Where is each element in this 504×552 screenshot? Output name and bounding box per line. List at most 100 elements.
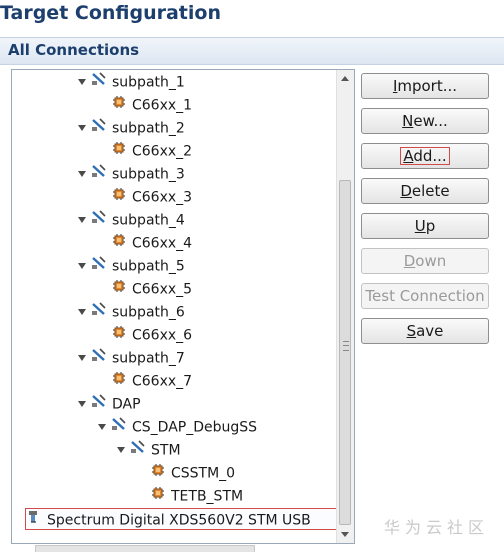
tree-node[interactable]: subpath_3	[78, 163, 185, 185]
tree-leaf[interactable]: C66xx_5	[98, 278, 192, 300]
up-mnemonic: U	[414, 217, 426, 235]
new-label: ew...	[413, 112, 448, 130]
tree-node[interactable]: subpath_6	[78, 301, 185, 323]
expand-toggle-icon[interactable]	[78, 216, 86, 223]
subpath-connector-icon	[130, 439, 146, 462]
section-header: All Connections	[0, 37, 504, 65]
tree-leaf[interactable]: C66xx_6	[98, 324, 192, 346]
tree-node-label: C66xx_4	[132, 235, 193, 252]
down-mnemonic: D	[403, 252, 416, 270]
delete-mnemonic: D	[400, 182, 412, 200]
expand-toggle-icon[interactable]	[78, 262, 86, 269]
tree-node[interactable]: subpath_5	[78, 255, 185, 277]
tree-node-label: TETB_STM	[171, 488, 244, 505]
expand-toggle-icon[interactable]	[78, 170, 86, 177]
tree-leaf[interactable]: C66xx_3	[98, 186, 192, 208]
cpu-chip-icon	[111, 94, 127, 117]
tree-node-label: C66xx_5	[132, 281, 193, 298]
tree-node-label: subpath_2	[112, 120, 185, 137]
expand-toggle-icon[interactable]	[78, 78, 86, 85]
delete-button[interactable]: Delete	[361, 178, 489, 204]
grip-icon	[343, 341, 349, 351]
tree-node-label: subpath_5	[112, 258, 185, 275]
tree-leaf[interactable]: TETB_STM	[137, 485, 243, 507]
save-button[interactable]: Save	[361, 318, 489, 344]
scroll-down-icon[interactable]	[341, 532, 349, 537]
section-title: All Connections	[8, 41, 140, 59]
add-mnemonic: A	[403, 147, 414, 165]
tree-node-label: subpath_4	[112, 212, 185, 229]
expand-toggle-icon[interactable]	[78, 354, 86, 361]
tree-node-label: C66xx_7	[132, 373, 193, 390]
save-label: ave	[416, 322, 444, 340]
add-button[interactable]: Add...	[361, 143, 489, 169]
scrollbar-thumb[interactable]	[339, 180, 351, 525]
tree-node[interactable]: subpath_1	[78, 71, 185, 93]
tree-leaf[interactable]: CSSTM_0	[137, 462, 235, 484]
cpu-chip-icon	[111, 324, 127, 347]
import-label: mport...	[397, 77, 458, 95]
tree-node-label: subpath_7	[112, 350, 185, 367]
cpu-chip-icon	[150, 485, 166, 508]
cpu-chip-icon	[150, 462, 166, 485]
test-connection-button[interactable]: Test Connection	[361, 283, 489, 309]
watermark: 华为云社区	[384, 518, 490, 537]
tree-node[interactable]: subpath_4	[78, 209, 185, 231]
cpu-chip-icon	[111, 186, 127, 209]
scroll-up-icon[interactable]	[341, 76, 349, 81]
delete-label: elete	[411, 182, 450, 200]
up-label: p	[425, 217, 436, 235]
tree-node-label: subpath_6	[112, 304, 185, 321]
tree-node-label: CSSTM_0	[171, 465, 236, 482]
tree-node[interactable]: CS_DAP_DebugSS	[98, 416, 257, 438]
connections-tree[interactable]: subpath_1 C66xx_1 subpath_2 C66xx_2 subpath_…	[11, 69, 355, 544]
tree-node-label: C66xx_6	[132, 327, 193, 344]
tree-node[interactable]: subpath_7	[78, 347, 185, 369]
expand-toggle-icon[interactable]	[98, 423, 106, 430]
add-label: dd...	[413, 147, 447, 165]
expand-toggle-icon[interactable]	[78, 400, 86, 407]
new-button[interactable]: New...	[361, 108, 489, 134]
cpu-chip-icon	[111, 232, 127, 255]
tree-leaf[interactable]: C66xx_1	[98, 94, 192, 116]
tree-node[interactable]: STM	[117, 439, 181, 461]
add-focus-outline: Add...	[400, 147, 450, 165]
usb-connection-icon	[26, 509, 42, 532]
tree-node-label: C66xx_1	[132, 97, 193, 114]
cpu-chip-icon	[111, 278, 127, 301]
tree-node[interactable]: DAP	[78, 393, 141, 415]
test-connection-label: Test Connection	[365, 287, 485, 305]
up-button[interactable]: Up	[361, 213, 489, 239]
tree-node-label: C66xx_2	[132, 143, 193, 160]
tree-leaf[interactable]: C66xx_2	[98, 140, 192, 162]
subpath-connector-icon	[91, 301, 107, 324]
subpath-connector-icon	[91, 347, 107, 370]
tree-node[interactable]: subpath_2	[78, 117, 185, 139]
tree-node-label: CS_DAP_DebugSS	[132, 419, 258, 436]
subpath-connector-icon	[91, 393, 107, 416]
tree-leaf[interactable]: C66xx_7	[98, 370, 192, 392]
expand-toggle-icon[interactable]	[117, 446, 125, 453]
subpath-connector-icon	[91, 117, 107, 140]
down-label: own	[415, 252, 447, 270]
expand-toggle-icon[interactable]	[78, 124, 86, 131]
import-button[interactable]: Import...	[361, 73, 489, 99]
subpath-connector-icon	[91, 71, 107, 94]
tree-leaf[interactable]: C66xx_4	[98, 232, 192, 254]
save-mnemonic: S	[406, 322, 417, 340]
page-title: Target Configuration	[0, 2, 221, 24]
tree-connection-item[interactable]: Spectrum Digital XDS560V2 STM USB	[25, 508, 341, 530]
down-button[interactable]: Down	[361, 248, 489, 274]
expand-toggle-icon[interactable]	[78, 308, 86, 315]
tree-node-label: Spectrum Digital XDS560V2 STM USB	[47, 512, 311, 529]
tree-node-label: C66xx_3	[132, 189, 193, 206]
tree-node-label: subpath_1	[112, 74, 185, 91]
subpath-connector-icon	[91, 163, 107, 186]
tree-node-label: STM	[151, 442, 181, 459]
tree-node-label: subpath_3	[112, 166, 185, 183]
new-mnemonic: N	[402, 112, 414, 130]
subpath-connector-icon	[91, 255, 107, 278]
tree-node-label: DAP	[112, 396, 141, 413]
vertical-scrollbar[interactable]	[336, 70, 354, 543]
cpu-chip-icon	[111, 140, 127, 163]
